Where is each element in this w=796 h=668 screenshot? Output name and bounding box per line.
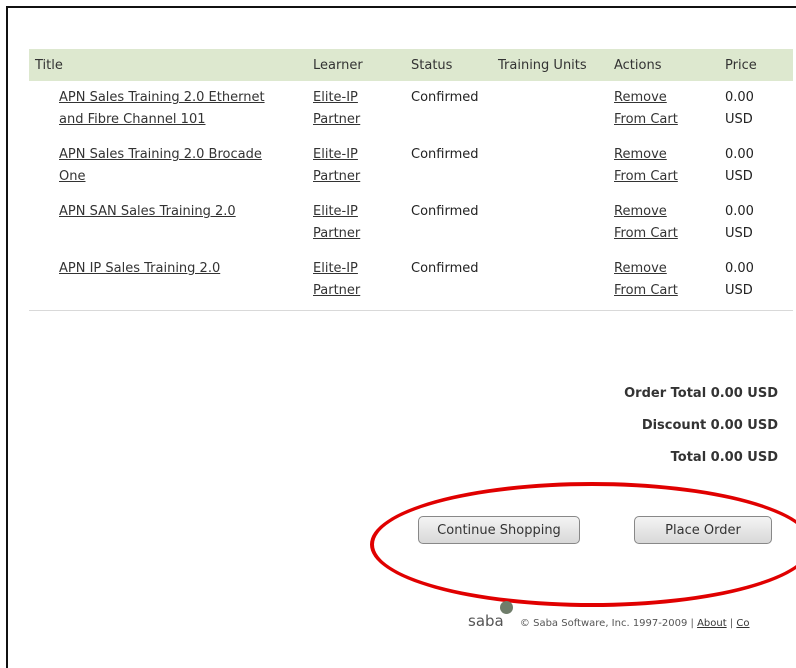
- highlight-ellipse: [370, 482, 796, 607]
- course-title-link[interactable]: APN IP Sales Training 2.0: [59, 261, 220, 276]
- course-title-cell: APN SAN Sales Training 2.0: [59, 201, 304, 223]
- table-divider: [29, 310, 793, 311]
- learner-link[interactable]: Elite-IP Partner: [313, 147, 360, 184]
- remove-from-cart-link[interactable]: Remove From Cart: [614, 90, 678, 127]
- price-text: 0.00 USD: [725, 147, 754, 184]
- table-row: APN IP Sales Training 2.0 Elite-IP Partne…: [29, 258, 793, 315]
- saba-logo: saba: [468, 612, 504, 630]
- column-header-title[interactable]: Title: [35, 58, 63, 73]
- column-header-training-units[interactable]: Training Units: [498, 58, 587, 73]
- table-row: APN SAN Sales Training 2.0 Elite-IP Partn…: [29, 201, 793, 258]
- status-text: Confirmed: [411, 261, 479, 276]
- saba-logo-icon: [499, 601, 513, 614]
- table-row: APN Sales Training 2.0 Brocade One Elite-…: [29, 144, 793, 201]
- learner-link[interactable]: Elite-IP Partner: [313, 204, 360, 241]
- column-header-price[interactable]: Price: [725, 58, 757, 73]
- price-text: 0.00 USD: [725, 261, 754, 298]
- footer-link-cut[interactable]: Co: [736, 618, 749, 629]
- column-header-actions: Actions: [614, 58, 662, 73]
- actions-cell: Remove From Cart: [614, 201, 704, 245]
- column-header-status[interactable]: Status: [411, 58, 452, 73]
- column-header-learner[interactable]: Learner: [313, 58, 363, 73]
- learner-link[interactable]: Elite-IP Partner: [313, 90, 360, 127]
- about-link[interactable]: About: [697, 618, 727, 629]
- learner-cell: Elite-IP Partner: [313, 87, 393, 131]
- table-row: APN Sales Training 2.0 Ethernet and Fibre…: [29, 87, 793, 144]
- course-title-cell: APN IP Sales Training 2.0: [59, 258, 304, 280]
- learner-cell: Elite-IP Partner: [313, 144, 393, 188]
- footer-separator: |: [729, 618, 734, 629]
- order-total: Order Total 0.00 USD: [624, 386, 778, 401]
- course-title-cell: APN Sales Training 2.0 Ethernet and Fibre…: [59, 87, 304, 131]
- actions-cell: Remove From Cart: [614, 258, 704, 302]
- price-text: 0.00 USD: [725, 204, 754, 241]
- price-text: 0.00 USD: [725, 90, 754, 127]
- actions-cell: Remove From Cart: [614, 87, 704, 131]
- status-text: Confirmed: [411, 204, 479, 219]
- grand-total: Total 0.00 USD: [670, 450, 778, 465]
- learner-link[interactable]: Elite-IP Partner: [313, 261, 360, 298]
- actions-cell: Remove From Cart: [614, 144, 704, 188]
- course-title-cell: APN Sales Training 2.0 Brocade One: [59, 144, 304, 188]
- remove-from-cart-link[interactable]: Remove From Cart: [614, 147, 678, 184]
- status-text: Confirmed: [411, 90, 479, 105]
- copyright-text: © Saba Software, Inc. 1997-2009 |: [519, 618, 694, 629]
- cart-table-header: Title Learner Status Training Units Acti…: [29, 49, 793, 81]
- remove-from-cart-link[interactable]: Remove From Cart: [614, 204, 678, 241]
- learner-cell: Elite-IP Partner: [313, 201, 393, 245]
- discount-total: Discount 0.00 USD: [641, 418, 778, 433]
- remove-from-cart-link[interactable]: Remove From Cart: [614, 261, 678, 298]
- status-text: Confirmed: [411, 147, 479, 162]
- footer: saba © Saba Software, Inc. 1997-2009 | A…: [468, 601, 750, 630]
- course-title-link[interactable]: APN SAN Sales Training 2.0: [59, 204, 236, 219]
- learner-cell: Elite-IP Partner: [313, 258, 393, 302]
- course-title-link[interactable]: APN Sales Training 2.0 Brocade One: [59, 147, 262, 184]
- course-title-link[interactable]: APN Sales Training 2.0 Ethernet and Fibre…: [59, 90, 265, 127]
